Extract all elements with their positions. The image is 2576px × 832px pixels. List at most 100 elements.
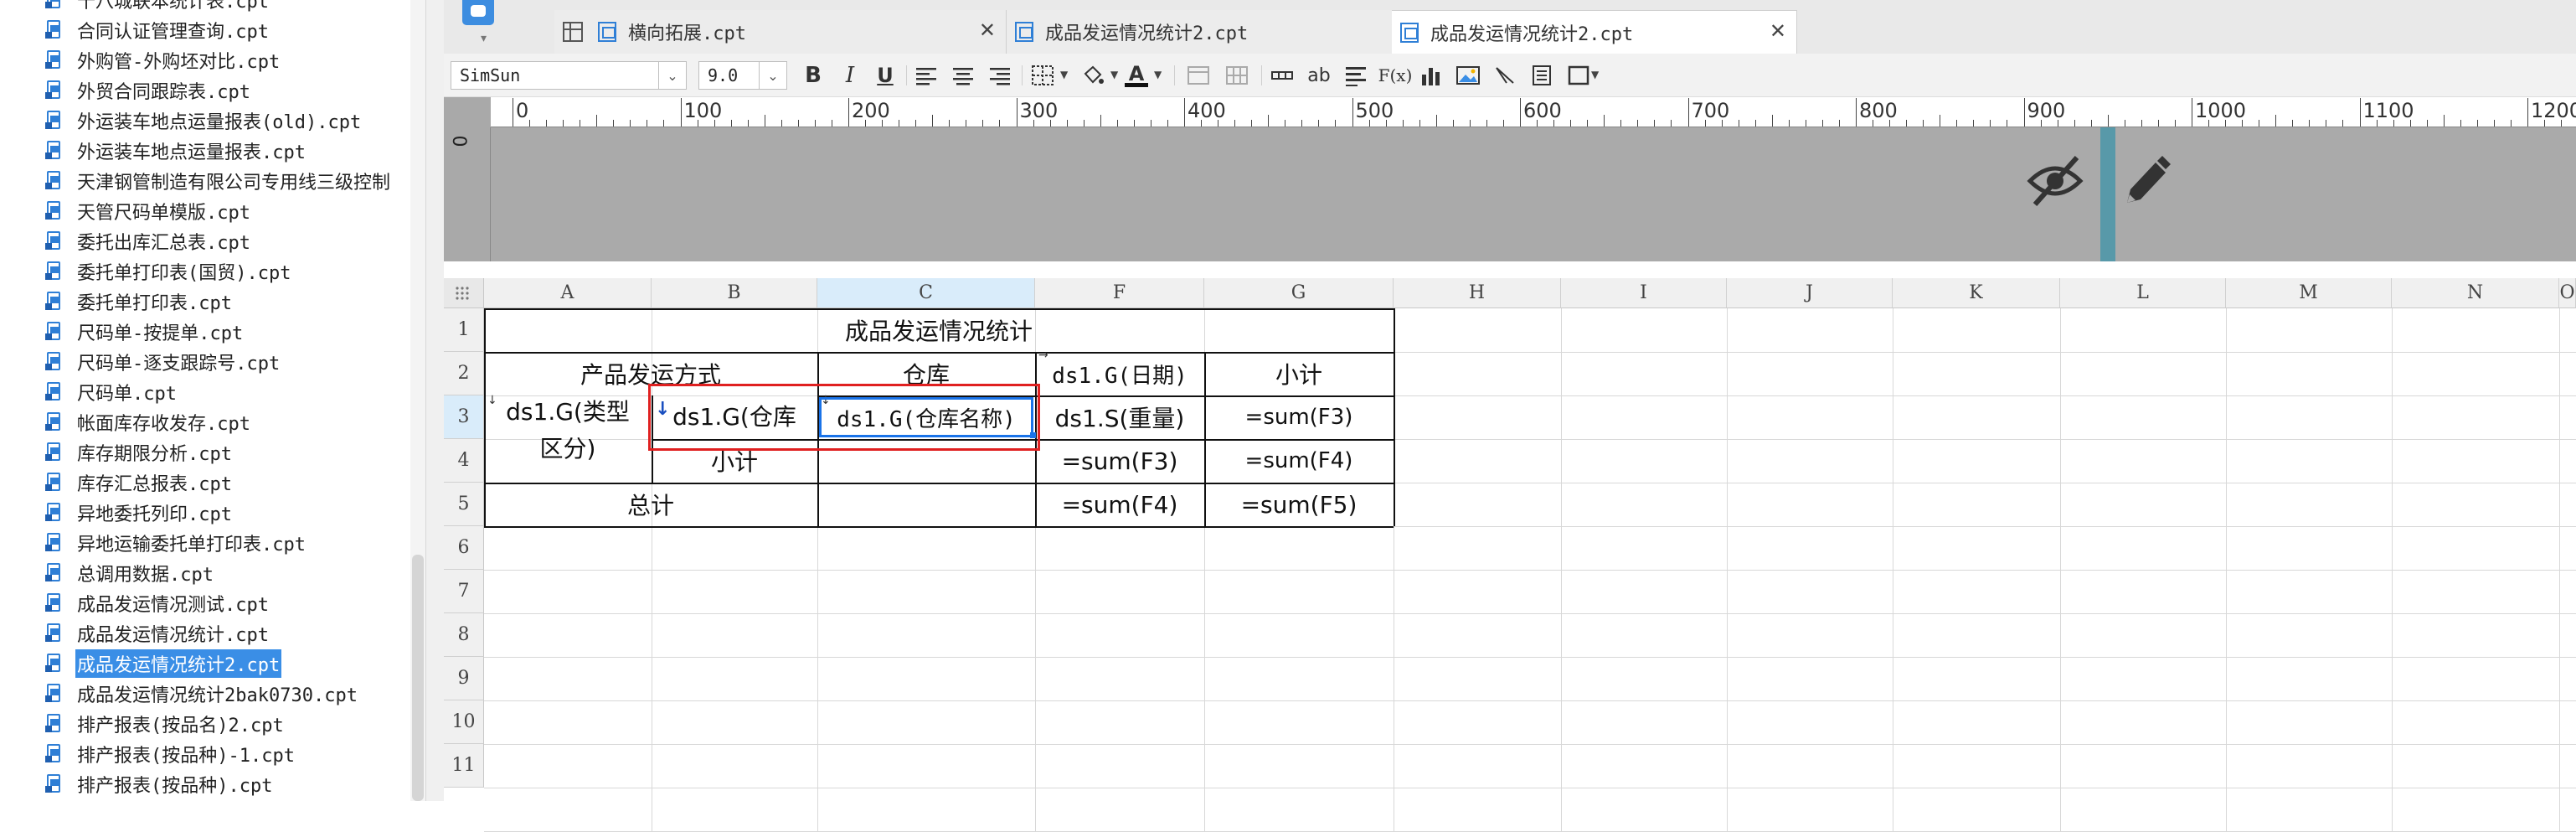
file-tree-item[interactable]: 帐面库存收发存.cpt (0, 407, 410, 437)
select-all-corner[interactable] (444, 278, 484, 308)
align-right-icon[interactable] (987, 62, 1013, 89)
cell-g3-formula[interactable]: =sum(F3) (1204, 395, 1394, 439)
row-header-3[interactable]: 3 (444, 395, 484, 439)
text-button[interactable]: ab (1305, 62, 1333, 89)
chevron-down-icon[interactable]: ▼ (1110, 69, 1118, 80)
column-header-a[interactable]: A (484, 278, 652, 308)
panel-divider[interactable] (425, 0, 444, 801)
row-header-7[interactable]: 7 (444, 570, 484, 613)
cell-title[interactable]: 成品发运情况统计 (484, 308, 1394, 352)
font-size-select[interactable]: 9.0 (698, 61, 765, 90)
chevron-down-icon[interactable]: ▼ (1154, 69, 1162, 80)
chevron-down-icon[interactable]: ▼ (1591, 69, 1599, 80)
column-header-m[interactable]: M (2226, 278, 2392, 308)
column-header-f[interactable]: F (1035, 278, 1204, 308)
cell-weight-sum[interactable]: ds1.S(重量) (1035, 395, 1204, 439)
file-tree-item[interactable]: 外运装车地点运量报表.cpt (0, 136, 410, 166)
row-header-10[interactable]: 10 (444, 700, 484, 744)
file-tree-item[interactable]: 排产报表(按品名)2.cpt (0, 709, 410, 739)
fill-color-icon[interactable] (1079, 62, 1107, 89)
tab-close-button[interactable]: ✕ (979, 20, 996, 40)
file-tree-item[interactable]: 外购管-外购坯对比.cpt (0, 45, 410, 75)
page-boundary-line[interactable] (2100, 127, 2115, 261)
image-icon[interactable] (1454, 62, 1482, 89)
cell-type-group[interactable]: ds1.G(类型 (484, 395, 652, 426)
file-tree-scroll-thumb[interactable] (412, 555, 424, 801)
column-header-k[interactable]: K (1893, 278, 2060, 308)
align-left-icon[interactable] (913, 62, 940, 89)
font-family-select[interactable]: SimSun (451, 61, 670, 90)
eye-hidden-icon[interactable] (2025, 151, 2085, 211)
file-tree-item[interactable]: 外运装车地点运量报表(old).cpt (0, 106, 410, 136)
file-tree-item[interactable]: 委托单打印表.cpt (0, 287, 410, 317)
file-tree-item[interactable]: 尺码单.cpt (0, 377, 410, 407)
grid-layout-icon[interactable] (563, 22, 583, 42)
chevron-down-icon[interactable]: ⌄ (759, 61, 787, 90)
widget-frame-icon[interactable] (1564, 62, 1593, 89)
cell-g4-formula[interactable]: =sum(F4) (1204, 439, 1394, 483)
selected-cell-outline[interactable] (819, 397, 1033, 437)
row-header-4[interactable]: 4 (444, 439, 484, 483)
widget-dropdown-icon[interactable]: ▾ (481, 32, 487, 45)
row-header-11[interactable]: 11 (444, 744, 484, 788)
cell-date-group[interactable]: ds1.G(日期) (1035, 352, 1204, 395)
file-tree-item[interactable]: 库存期限分析.cpt (0, 437, 410, 468)
italic-button[interactable]: I (837, 62, 863, 89)
file-tree-item[interactable]: 尺码单-按提单.cpt (0, 317, 410, 347)
file-tree-item[interactable]: 成品发运情况测试.cpt (0, 588, 410, 618)
rich-text-icon[interactable] (1342, 62, 1370, 89)
underline-button[interactable]: U (873, 62, 898, 89)
chart-icon[interactable] (1417, 62, 1445, 89)
border-icon[interactable] (1028, 62, 1057, 89)
row-header-2[interactable]: 2 (444, 352, 484, 395)
file-tree-item[interactable]: 十八城联本统计表.cpt (0, 0, 410, 15)
cell-subtotal-header[interactable]: 小计 (1204, 352, 1394, 395)
row-header-5[interactable]: 5 (444, 483, 484, 526)
split-cells-icon[interactable] (1223, 62, 1251, 89)
tab-shipment-stats-2-active[interactable]: 成品发运情况统计2.cpt ✕ (1392, 10, 1797, 54)
chevron-down-icon[interactable]: ⌄ (658, 61, 687, 90)
column-header-c[interactable]: C (817, 278, 1035, 308)
column-header-n[interactable]: N (2392, 278, 2559, 308)
cell-f5-formula[interactable]: =sum(F4) (1035, 483, 1204, 526)
tab-horizontal-expand[interactable]: 横向拓展.cpt ✕ (554, 10, 1007, 54)
selection-fill-handle[interactable] (1030, 432, 1036, 438)
file-tree-item[interactable]: 天津钢管制造有限公司专用线三级控制 (0, 166, 410, 196)
report-header-area[interactable]: 0 (444, 127, 2576, 261)
formula-button[interactable]: F(x) (1378, 62, 1413, 89)
file-tree-item[interactable]: 成品发运情况统计2bak0730.cpt (0, 679, 410, 709)
sub-report-icon[interactable] (1528, 62, 1556, 89)
file-tree-item[interactable]: 委托出库汇总表.cpt (0, 226, 410, 256)
report-grid[interactable]: A B C F G H I J K L M N O 1 2 3 4 5 6 7 8 9 10 11 成品发运情况统计 产品发运方式… (444, 278, 2576, 832)
row-header-9[interactable]: 9 (444, 657, 484, 700)
column-header-b[interactable]: B (652, 278, 817, 308)
column-header-i[interactable]: I (1561, 278, 1727, 308)
file-tree-item[interactable]: 成品发运情况统计.cpt (0, 618, 410, 649)
file-tree-item[interactable]: 总调用数据.cpt (0, 558, 410, 588)
row-header-6[interactable]: 6 (444, 526, 484, 570)
insert-row-icon[interactable] (1268, 62, 1296, 89)
column-header-h[interactable]: H (1394, 278, 1561, 308)
row-header-1[interactable]: 1 (444, 308, 484, 352)
cell-f4-formula[interactable]: =sum(F3) (1035, 439, 1204, 483)
cell-g5-formula[interactable]: =sum(F5) (1204, 483, 1394, 526)
column-header-l[interactable]: L (2060, 278, 2226, 308)
file-tree-item[interactable]: 异地委托列印.cpt (0, 498, 410, 528)
column-header-j[interactable]: J (1727, 278, 1893, 308)
cell-total-label[interactable]: 总计 (484, 483, 817, 526)
tab-shipment-stats-2[interactable]: 成品发运情况统计2.cpt ✕ (1007, 10, 1417, 54)
column-header-o[interactable]: O (2559, 278, 2576, 308)
file-tree-item[interactable]: 外贸合同跟踪表.cpt (0, 75, 410, 106)
file-tree-item[interactable]: 合同认证管理查询.cpt (0, 15, 410, 45)
slash-line-icon[interactable] (1491, 62, 1519, 89)
column-header-g[interactable]: G (1204, 278, 1394, 308)
file-tree-item[interactable]: 尺码单-逐支跟踪号.cpt (0, 347, 410, 377)
row-header-8[interactable]: 8 (444, 613, 484, 657)
tab-close-button[interactable]: ✕ (1770, 21, 1786, 41)
file-tree-item[interactable]: 排产报表(按品种).cpt (0, 769, 410, 799)
align-center-icon[interactable] (950, 62, 976, 89)
file-tree-item[interactable]: 成品发运情况统计2.cpt (0, 649, 410, 679)
font-color-button[interactable]: A (1122, 62, 1151, 89)
file-tree-item[interactable]: 天管尺码单模版.cpt (0, 196, 410, 226)
file-tree-item[interactable]: 库存汇总报表.cpt (0, 468, 410, 498)
